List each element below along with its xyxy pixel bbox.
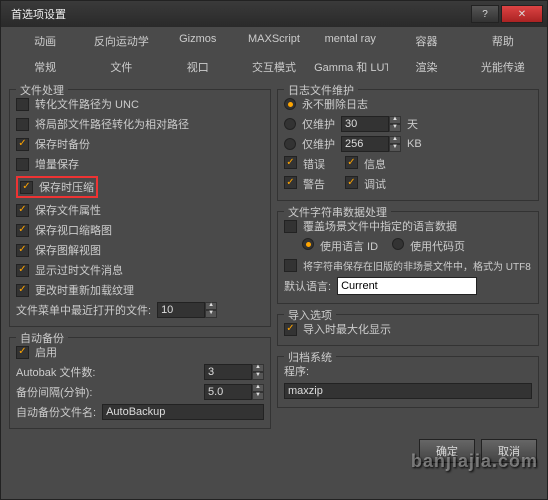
tab-gamma[interactable]: Gamma 和 LUT [312,55,388,79]
group-file-handling: 文件处理 转化文件路径为 UNC 将局部文件路径转化为相对路径 保存时备份 增量… [9,89,271,327]
close-button[interactable]: ✕ [501,5,543,23]
help-button[interactable]: ? [471,5,499,23]
tabs-row-2: 常规 文件 视口 交互模式 Gamma 和 LUT 渲染 光能传递 [1,53,547,79]
spin-kb[interactable]: ▲▼ [341,136,401,152]
tab-mentalray[interactable]: mental ray [312,29,388,53]
rad-never[interactable] [284,98,296,110]
tab-help[interactable]: 帮助 [465,29,541,53]
tabs-row-1: 动画 反向运动学 Gizmos MAXScript mental ray 容器 … [1,27,547,53]
rad-kb[interactable] [284,138,296,150]
tab-render[interactable]: 渲染 [388,55,464,79]
watermark: banjiajia.com [411,451,538,472]
group-autobackup: 自动备份 启用 Autobak 文件数: ▲▼ 备份间隔(分钟): ▲▼ 自动备… [9,337,271,429]
tab-radiosity[interactable]: 光能传递 [465,55,541,79]
window-title: 首选项设置 [5,6,471,22]
spin-interval[interactable]: ▲▼ [204,384,264,400]
titlebar: 首选项设置 ? ✕ [1,1,547,27]
group-string: 文件字符串数据处理 覆盖场景文件中指定的语言数据 使用语言 ID 使用代码页 将… [277,211,539,304]
tab-gizmos[interactable]: Gizmos [160,29,236,53]
rad-langid[interactable] [302,238,314,250]
tab-interaction[interactable]: 交互模式 [236,55,312,79]
chk-backup[interactable] [16,138,29,151]
chk-unc[interactable] [16,98,29,111]
chk-errors[interactable] [284,156,297,169]
input-autobak-name[interactable] [102,404,264,420]
tab-maxscript[interactable]: MAXScript [236,29,312,53]
tab-container[interactable]: 容器 [388,29,464,53]
chk-increment[interactable] [16,158,29,171]
tab-general[interactable]: 常规 [7,55,83,79]
chk-relative[interactable] [16,118,29,131]
preferences-window: 首选项设置 ? ✕ 动画 反向运动学 Gizmos MAXScript ment… [0,0,548,500]
chk-thumbnail[interactable] [16,224,29,237]
chk-maximize[interactable] [284,323,297,336]
tab-viewport[interactable]: 视口 [160,55,236,79]
rad-days[interactable] [284,118,296,130]
tab-files[interactable]: 文件 [83,55,159,79]
group-archive: 归档系统 程序: [277,356,539,408]
chk-override[interactable] [284,220,297,233]
spin-recent[interactable]: ▲▼ [157,302,217,318]
chk-props[interactable] [16,204,29,217]
chk-reload[interactable] [16,284,29,297]
group-log: 日志文件维护 永不删除日志 仅维护 ▲▼ 天 仅维护 ▲▼ KB 错误 信息 警… [277,89,539,201]
chk-enable-autobak[interactable] [16,346,29,359]
chk-schematic[interactable] [16,244,29,257]
chk-debug[interactable] [345,176,358,189]
rad-codepage[interactable] [392,238,404,250]
chk-warn[interactable] [284,176,297,189]
group-import: 导入选项 导入时最大化显示 [277,314,539,346]
highlight-compress: 保存时压缩 [16,176,98,198]
tab-anim[interactable]: 动画 [7,29,83,53]
chk-utf8[interactable] [284,259,297,272]
chk-obsolete[interactable] [16,264,29,277]
tab-ik[interactable]: 反向运动学 [83,29,159,53]
chk-info[interactable] [345,156,358,169]
chk-compress[interactable] [20,181,33,194]
select-default-lang[interactable] [337,277,477,295]
input-archive-prog[interactable] [284,383,532,399]
spin-days[interactable]: ▲▼ [341,116,401,132]
group-title: 文件处理 [16,82,68,98]
spin-autobak-count[interactable]: ▲▼ [204,364,264,380]
